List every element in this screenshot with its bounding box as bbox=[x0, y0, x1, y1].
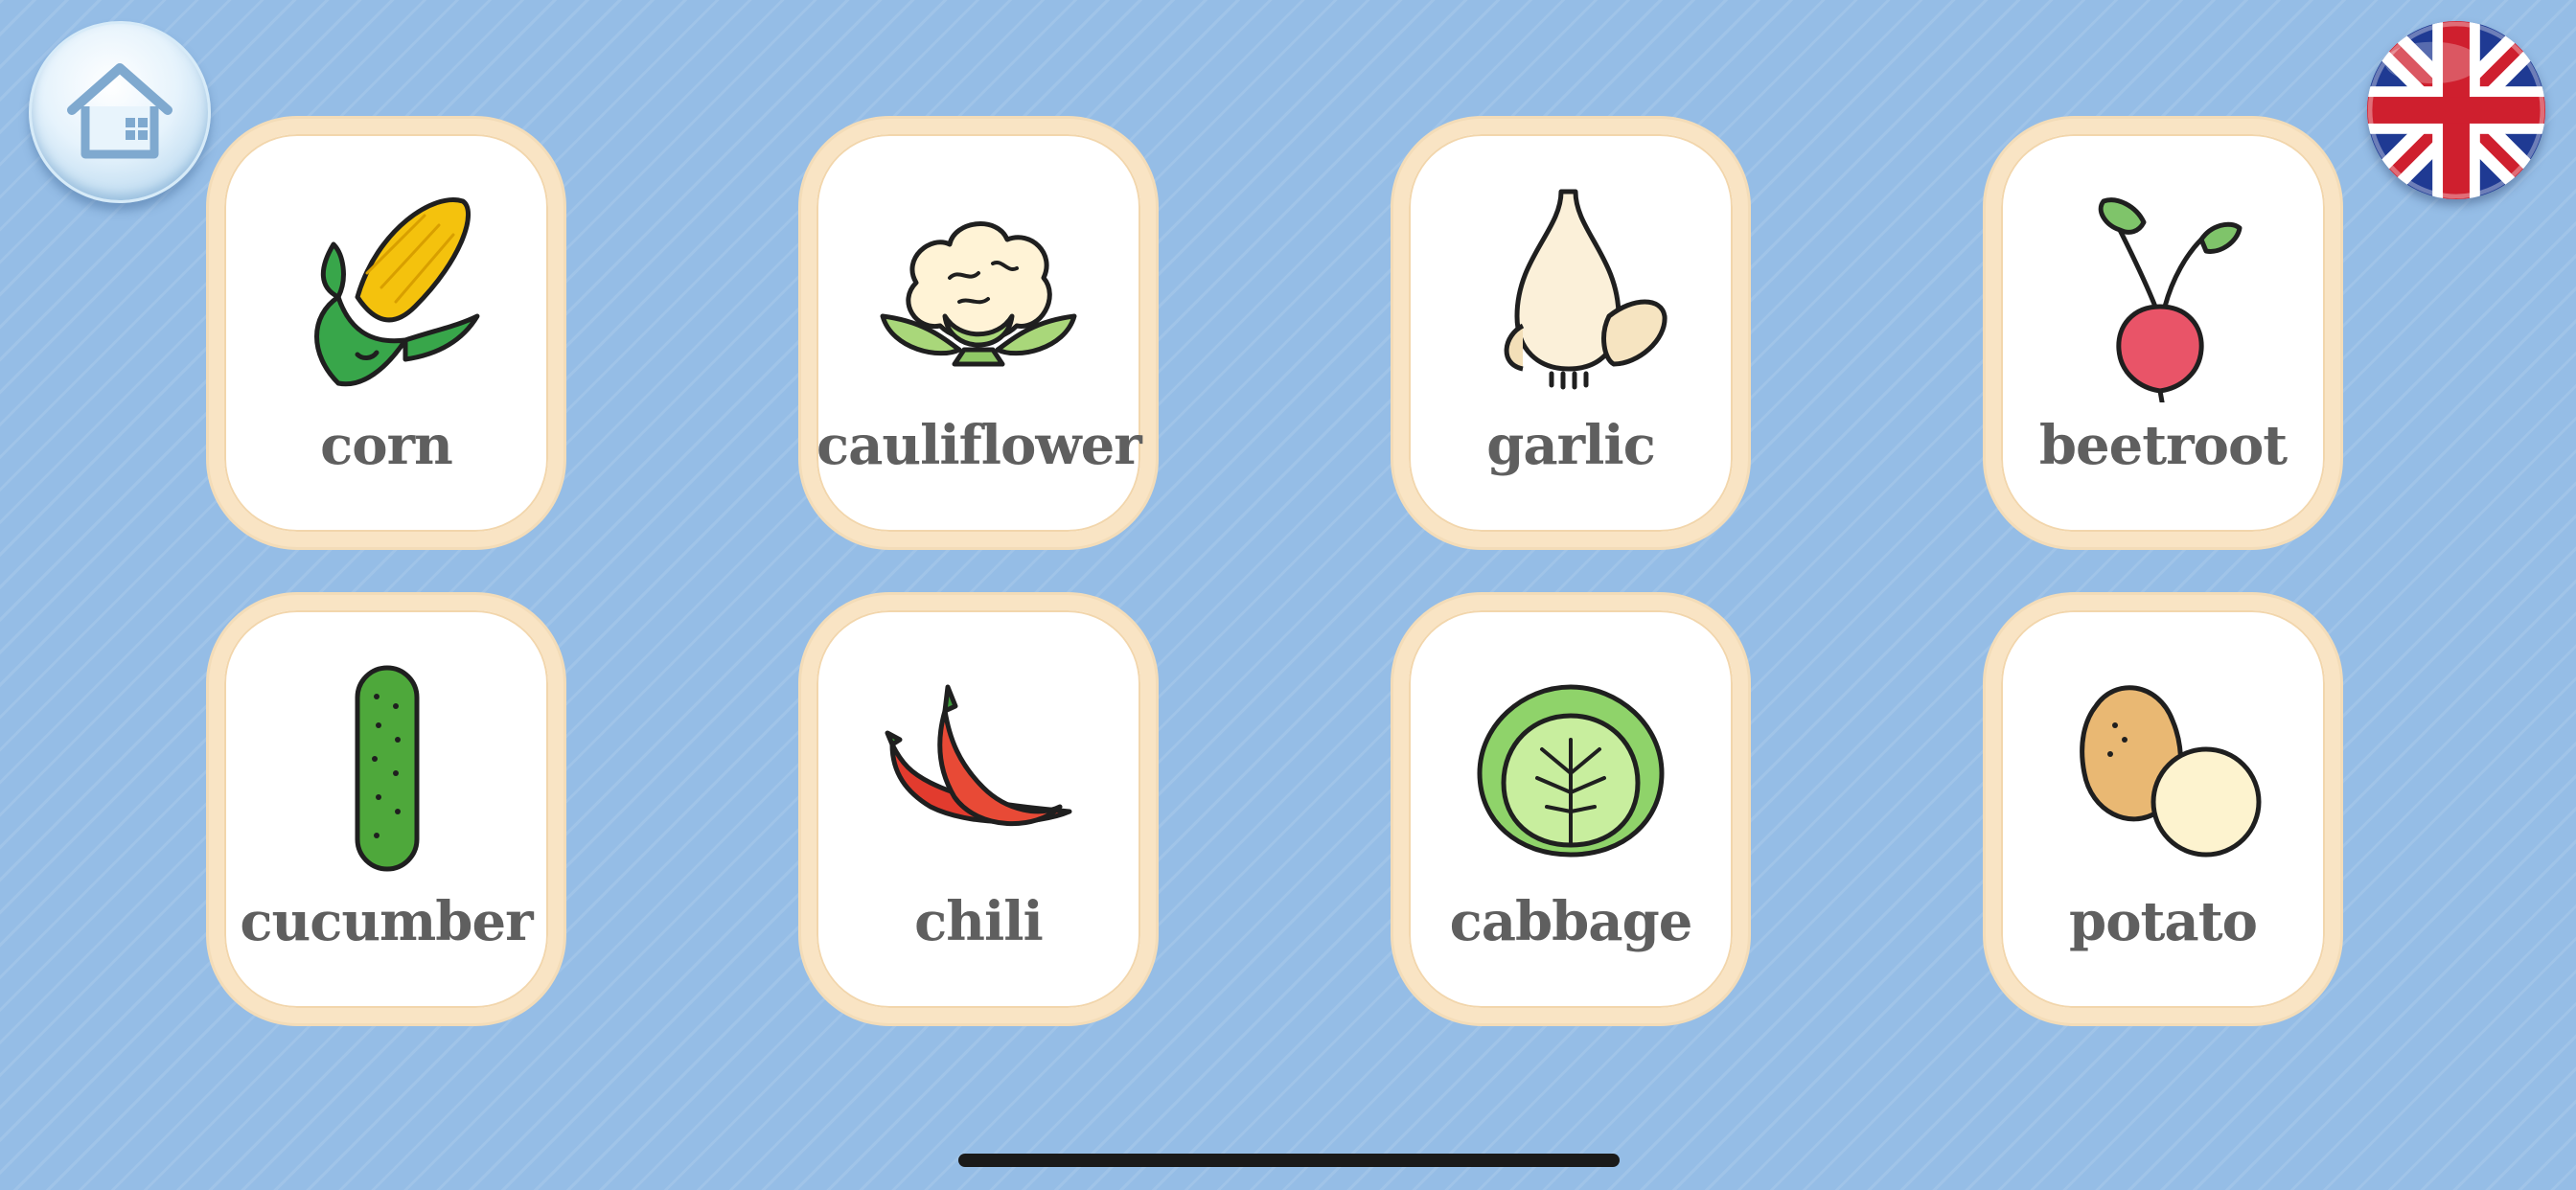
card-label: chili bbox=[914, 890, 1044, 953]
card-label: cabbage bbox=[1449, 890, 1693, 953]
card-cauliflower[interactable]: cauliflower bbox=[801, 119, 1156, 547]
card-label: beetroot bbox=[2038, 414, 2288, 477]
card-label: potato bbox=[2069, 890, 2258, 953]
cauliflower-icon bbox=[880, 221, 1077, 367]
card-potato[interactable]: potato bbox=[1986, 595, 2340, 1023]
card-label: cauliflower bbox=[816, 414, 1142, 477]
card-beetroot[interactable]: beetroot bbox=[1986, 119, 2340, 547]
card-label: corn bbox=[320, 414, 453, 477]
chili-icon bbox=[885, 684, 1072, 827]
card-label: garlic bbox=[1486, 414, 1656, 477]
home-indicator[interactable] bbox=[958, 1154, 1620, 1167]
card-corn[interactable]: corn bbox=[209, 119, 564, 547]
garlic-icon bbox=[1504, 189, 1668, 390]
card-cabbage[interactable]: cabbage bbox=[1393, 595, 1748, 1023]
cucumber-icon bbox=[355, 665, 420, 872]
potato-icon bbox=[2080, 685, 2262, 858]
cabbage-icon bbox=[1477, 684, 1665, 858]
card-label: cucumber bbox=[240, 890, 533, 953]
vegetable-grid: corn cauliflower garlic beetroot cucumbe… bbox=[0, 0, 2576, 1190]
card-cucumber[interactable]: cucumber bbox=[209, 595, 564, 1023]
beetroot-icon bbox=[2098, 197, 2242, 402]
corn-icon bbox=[314, 197, 480, 387]
card-chili[interactable]: chili bbox=[801, 595, 1156, 1023]
card-garlic[interactable]: garlic bbox=[1393, 119, 1748, 547]
